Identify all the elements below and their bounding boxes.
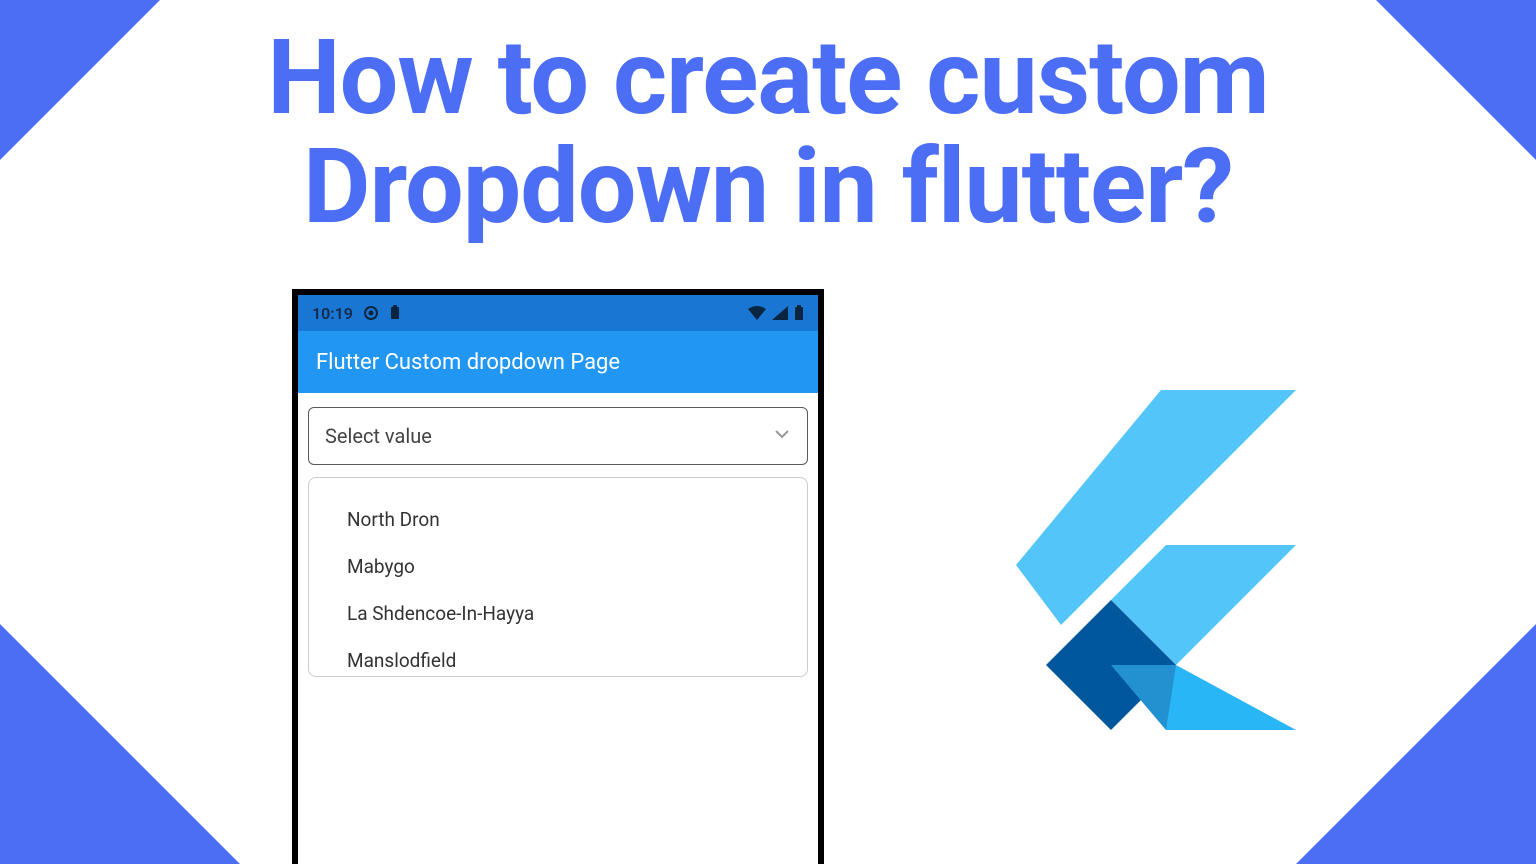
title-line-2: Dropdown in flutter? [303,127,1233,248]
dropdown-field[interactable]: Select value [308,407,808,465]
corner-decoration-bl [0,624,240,864]
phone-mockup: 10:19 Flutter Cus [292,289,824,864]
corner-decoration-br [1296,624,1536,864]
status-time: 10:19 [312,304,353,323]
chevron-down-icon [773,424,791,448]
dropdown-option[interactable]: North Dron [309,496,807,543]
battery-icon-small [389,305,401,321]
wifi-icon [748,306,766,320]
phone-content: Select value North Dron Mabygo La Shdenc… [298,393,818,691]
dropdown-option[interactable]: Mabygo [309,543,807,590]
app-bar: Flutter Custom dropdown Page [298,331,818,393]
battery-icon [794,305,804,321]
status-left: 10:19 [312,304,401,323]
rec-icon [363,305,379,321]
dropdown-placeholder: Select value [325,424,432,448]
app-bar-title: Flutter Custom dropdown Page [316,350,620,375]
dropdown-option[interactable]: La Shdencoe-In-Hayya [309,590,807,637]
signal-icon [772,306,788,320]
status-right [748,305,804,321]
dropdown-option[interactable]: Manslodfield [309,637,807,677]
android-status-bar: 10:19 [298,295,818,331]
dropdown-options-panel: North Dron Mabygo La Shdencoe-In-Hayya M… [308,477,808,677]
flutter-logo [1016,390,1296,730]
title-line-1: How to create custom [267,18,1269,139]
phone-screen: 10:19 Flutter Cus [298,295,818,864]
page-title: How to create custom Dropdown in flutter… [0,24,1536,242]
